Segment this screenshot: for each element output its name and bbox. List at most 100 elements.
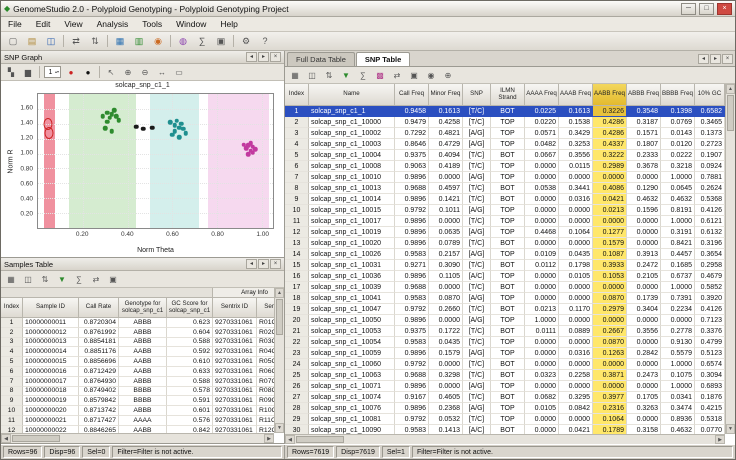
column-header[interactable]: Sample ID xyxy=(23,298,79,318)
columns-icon[interactable]: ◫ xyxy=(304,69,320,82)
scatter-plot[interactable] xyxy=(37,93,274,229)
snp-table-row[interactable]: 10solcap_snp_c1_100150.97920.1011[A/G]TO… xyxy=(285,205,725,216)
export-data-icon[interactable]: ⇅ xyxy=(86,34,104,49)
snp-table-row[interactable]: 9solcap_snp_c1_100140.98960.1421[T/C]BOT… xyxy=(285,194,725,205)
point-black-icon[interactable]: ● xyxy=(80,66,96,79)
snp-table-row[interactable]: 3solcap_snp_c1_100020.72920.4821[A/G]TOP… xyxy=(285,128,725,139)
close-panel-icon[interactable]: × xyxy=(270,52,281,62)
columns-icon[interactable]: ◫ xyxy=(20,273,36,286)
snp-table-row[interactable]: 13solcap_snp_c1_100200.98960.0789[T/C]BO… xyxy=(285,238,725,249)
scroll-thumb[interactable] xyxy=(296,436,344,443)
snp-table-row[interactable]: 21solcap_snp_c1_100530.93750.1722[T/C]BO… xyxy=(285,326,725,337)
scroll-left-icon[interactable]: ◀ xyxy=(1,434,11,443)
pan-icon[interactable]: ↔ xyxy=(154,66,170,79)
minimize-button[interactable]: ─ xyxy=(681,3,696,15)
samples-table-row[interactable]: 10100000000200.8713742ABBB0.601927033106… xyxy=(1,406,274,416)
snp-table-row[interactable]: 15solcap_snp_c1_100310.92710.3090[T/C]BO… xyxy=(285,260,725,271)
scroll-down-icon[interactable]: ▼ xyxy=(275,423,284,433)
close-panel-icon[interactable]: × xyxy=(270,259,281,269)
snp-table-row[interactable]: 5solcap_snp_c1_100040.93750.4094[T/C]BOT… xyxy=(285,150,725,161)
table-icon[interactable]: ▦ xyxy=(287,69,303,82)
statistics-icon[interactable]: ∑ xyxy=(71,273,87,286)
snp-table-row[interactable]: 29solcap_snp_c1_100810.97920.0532[T/C]TO… xyxy=(285,414,725,425)
scroll-thumb[interactable] xyxy=(276,299,283,335)
table-icon[interactable]: ▦ xyxy=(3,273,19,286)
column-header[interactable]: AABB Freq xyxy=(593,84,627,106)
menu-file[interactable]: File xyxy=(1,18,29,30)
column-header[interactable]: SNP xyxy=(463,84,491,106)
chart-icon[interactable]: ▣ xyxy=(406,69,422,82)
scroll-up-icon[interactable]: ▲ xyxy=(726,84,735,94)
snp-graph-panel-header[interactable]: SNP Graph ◂ ▸ × xyxy=(1,51,284,64)
samples-table-row[interactable]: 7100000000170.8764930ABBB0.5889270331061… xyxy=(1,377,274,387)
statistics-icon[interactable]: ∑ xyxy=(355,69,371,82)
report-icon[interactable]: ▣ xyxy=(212,34,230,49)
filter-icon[interactable]: ▼ xyxy=(338,69,354,82)
scroll-right-icon[interactable]: ▸ xyxy=(258,52,269,62)
scroll-right-icon[interactable]: ▸ xyxy=(258,259,269,269)
column-header[interactable]: Index xyxy=(1,298,23,318)
scroll-thumb[interactable] xyxy=(727,95,734,131)
snp-table-row[interactable]: 12solcap_snp_c1_100190.98960.0635[A/G]TO… xyxy=(285,227,725,238)
samples-table-row[interactable]: 9100000000190.8579842BBBB0.5919270331061… xyxy=(1,396,274,406)
cluster-icon[interactable]: ◍ xyxy=(174,34,192,49)
spinner-arrows-icon[interactable]: ▴▾ xyxy=(55,70,59,74)
new-project-icon[interactable]: ▢ xyxy=(4,34,22,49)
scroll-left-icon[interactable]: ◀ xyxy=(285,435,295,444)
select-icon[interactable]: ▭ xyxy=(171,66,187,79)
snp-table-row[interactable]: 24solcap_snp_c1_100600.97920.0000[T/C]BO… xyxy=(285,359,725,370)
snp-table-icon[interactable]: ▥ xyxy=(130,34,148,49)
snp-table-row[interactable]: 14solcap_snp_c1_100260.95830.2157[A/G]TO… xyxy=(285,249,725,260)
scatter-mode-icon[interactable]: ▚ xyxy=(3,66,19,79)
scroll-left-icon[interactable]: ◂ xyxy=(246,52,257,62)
zoom-out-icon[interactable]: ⊖ xyxy=(137,66,153,79)
maximize-button[interactable]: □ xyxy=(699,3,714,15)
point-red-icon[interactable]: ● xyxy=(63,66,79,79)
scroll-right-icon[interactable]: ▶ xyxy=(715,435,725,444)
menu-analysis[interactable]: Analysis xyxy=(90,18,136,30)
samples-table-row[interactable]: 6100000000160.8712429AABB0.6339270331061… xyxy=(1,367,274,377)
import-data-icon[interactable]: ⇄ xyxy=(67,34,85,49)
column-header[interactable]: ABBB Freq xyxy=(627,84,661,106)
snp-table-row[interactable]: 2solcap_snp_c1_100000.94790.4258[T/C]TOP… xyxy=(285,117,725,128)
graph-number-input[interactable]: 1▴▾ xyxy=(44,66,61,78)
snp-table-row[interactable]: 30solcap_snp_c1_100900.95830.1413[A/C]BO… xyxy=(285,425,725,434)
menu-window[interactable]: Window xyxy=(169,18,213,30)
samples-table-row[interactable]: 12100000000220.8846265AABB0.842927033106… xyxy=(1,426,274,433)
zoom-icon[interactable]: ⊕ xyxy=(440,69,456,82)
scroll-thumb[interactable] xyxy=(12,435,60,442)
snp-table-row[interactable]: 4solcap_snp_c1_100030.86460.4729[A/G]TOP… xyxy=(285,139,725,150)
vertical-scrollbar[interactable]: ▲▼ xyxy=(274,288,284,433)
snp-table-row[interactable]: 27solcap_snp_c1_100740.91670.4605[T/C]BO… xyxy=(285,392,725,403)
snp-graph-icon[interactable]: ◉ xyxy=(149,34,167,49)
cursor-icon[interactable]: ↖ xyxy=(103,66,119,79)
column-header[interactable]: GC Score for solcap_snp_c1 xyxy=(167,298,213,318)
export-icon[interactable]: ⇄ xyxy=(389,69,405,82)
column-header[interactable]: AAAB Freq xyxy=(559,84,593,106)
close-button[interactable]: × xyxy=(717,3,732,15)
column-header[interactable]: Minor Freq xyxy=(429,84,463,106)
menu-tools[interactable]: Tools xyxy=(135,18,169,30)
snp-table-row[interactable]: 22solcap_snp_c1_100540.95830.0435[T/C]TO… xyxy=(285,337,725,348)
menu-edit[interactable]: Edit xyxy=(29,18,58,30)
color-icon[interactable]: ◉ xyxy=(423,69,439,82)
open-project-icon[interactable]: ▤ xyxy=(23,34,41,49)
samples-table-row[interactable]: 1100000000110.8720304ABBB0.6239270331061… xyxy=(1,318,274,328)
samples-table-row[interactable]: 2100000000120.8761992ABBB0.6049270331061… xyxy=(1,328,274,338)
snp-table-row[interactable]: 26solcap_snp_c1_100710.98960.0000[A/G]TO… xyxy=(285,381,725,392)
chart-icon[interactable]: ▣ xyxy=(105,273,121,286)
snp-table-row[interactable]: 28solcap_snp_c1_100760.98960.2368[A/G]TO… xyxy=(285,403,725,414)
snp-table-row[interactable]: 20solcap_snp_c1_100500.98960.0000[A/G]TO… xyxy=(285,315,725,326)
help-icon[interactable]: ? xyxy=(256,34,274,49)
snp-table-row[interactable]: 8solcap_snp_c1_100130.96880.4597[T/C]BOT… xyxy=(285,183,725,194)
vertical-scrollbar[interactable]: ▲▼ xyxy=(725,84,735,434)
sort-icon[interactable]: ⇅ xyxy=(321,69,337,82)
snp-table-row[interactable]: 18solcap_snp_c1_100410.95830.0870[A/G]TO… xyxy=(285,293,725,304)
close-panel-icon[interactable]: × xyxy=(722,54,733,64)
samples-table-row[interactable]: 8100000000180.8749402BBBB0.5789270331061… xyxy=(1,387,274,397)
snp-table-row[interactable]: 23solcap_snp_c1_100590.98960.1579[A/G]TO… xyxy=(285,348,725,359)
scroll-left-icon[interactable]: ◂ xyxy=(246,259,257,269)
menu-help[interactable]: Help xyxy=(213,18,244,30)
snp-table-row[interactable]: 17solcap_snp_c1_100390.96880.0000[T/C]BO… xyxy=(285,282,725,293)
samples-table-row[interactable]: 4100000000140.8851176AABB0.5929270331061… xyxy=(1,347,274,357)
